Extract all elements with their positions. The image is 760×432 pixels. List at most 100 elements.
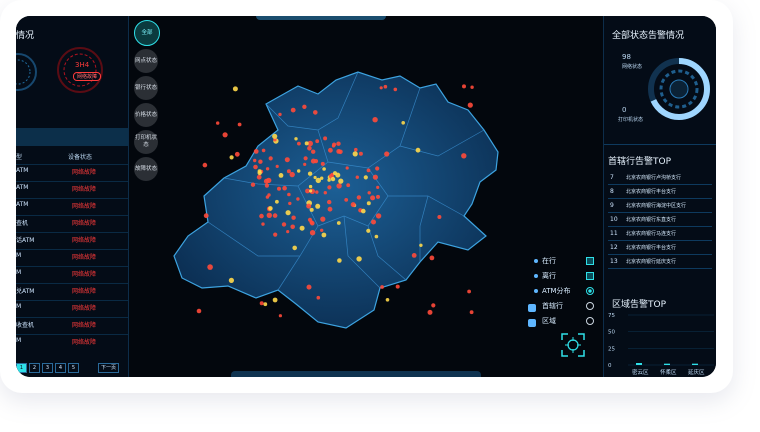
atm-dot xyxy=(355,175,359,179)
atm-dot xyxy=(338,178,344,184)
atm-dot xyxy=(429,255,435,261)
top-list-item[interactable]: 9 北京农商银行海淀中区支行 xyxy=(608,200,712,213)
x-tick-label: 密云区 xyxy=(632,368,649,376)
dashboard-screen: 情况 3H4 网络故障 型 设备状态 ATM 网络故障 ATM 网络故障 ATM 网络故障… xyxy=(16,16,716,377)
atm-dot xyxy=(196,308,202,314)
top-list-item[interactable]: 11 北京农商银行马连支行 xyxy=(608,228,712,241)
y-tick-label: 0 xyxy=(608,363,612,369)
legend-item[interactable]: 离行 xyxy=(526,271,598,286)
atm-dot xyxy=(336,183,342,189)
legend-item[interactable]: ATM分布 xyxy=(526,286,598,301)
column-header-status: 设备状态 xyxy=(68,154,93,161)
tab-status-3[interactable]: 价格状态 xyxy=(134,103,158,127)
tab-status-0[interactable]: 全部 xyxy=(134,20,160,46)
atm-dot xyxy=(203,213,209,219)
legend-item[interactable]: 在行 xyxy=(526,256,598,271)
device-type: 查机 xyxy=(16,220,29,227)
page-button-4[interactable]: 4 xyxy=(55,363,66,373)
bar xyxy=(636,363,642,365)
locate-icon[interactable] xyxy=(560,332,586,358)
legend-checkbox[interactable] xyxy=(586,257,594,265)
page-button-1[interactable]: 1 xyxy=(16,363,27,373)
atm-dot xyxy=(322,167,326,171)
atm-dot xyxy=(437,215,442,219)
legend-radio[interactable] xyxy=(586,287,594,295)
legend-item[interactable]: 区域 xyxy=(526,316,598,331)
legend-item[interactable]: 首辖行 xyxy=(526,301,598,316)
page-button-2[interactable]: 2 xyxy=(29,363,40,373)
atm-dot xyxy=(313,175,317,180)
atm-dot xyxy=(315,190,319,194)
atm-dot xyxy=(278,314,282,318)
tab-status-4[interactable]: 打印机状态 xyxy=(134,130,158,154)
atm-dot xyxy=(259,213,264,219)
atm-dot xyxy=(350,202,356,208)
table-row[interactable]: ATM 网络故障 xyxy=(16,181,128,196)
tab-status-5[interactable]: 故障状态 xyxy=(134,157,158,181)
right-panel: 全部状态告警情况 98 网络状态 0 打印机状态 首辖行告警TOP 7 北京农商银… xyxy=(603,16,716,377)
atm-dot xyxy=(259,301,264,306)
atm-dot xyxy=(374,234,379,239)
table-row[interactable]: 兑ATM 网络故障 xyxy=(16,283,128,298)
dot-icon xyxy=(534,274,538,278)
next-page-button[interactable]: 下一页 xyxy=(98,363,120,373)
legend-radio[interactable] xyxy=(586,317,594,325)
atm-dot xyxy=(303,162,307,166)
atm-dot xyxy=(266,212,272,218)
left-gauge-ring xyxy=(16,53,37,91)
top-list-item[interactable]: 7 北京农商银行卢沟桥支行 xyxy=(608,172,712,185)
tab-status-1[interactable]: 网点状态 xyxy=(134,49,158,73)
atm-dot xyxy=(370,195,376,201)
right-panel-title: 全部状态告警情况 xyxy=(612,31,685,41)
device-status: 网络故障 xyxy=(72,305,97,312)
atm-dot xyxy=(286,230,290,234)
table-row[interactable]: ATM 网络故障 xyxy=(16,198,128,213)
atm-dot xyxy=(275,199,279,204)
table-row[interactable]: M 网络故障 xyxy=(16,300,128,315)
atm-dot xyxy=(393,87,398,92)
device-status: 网络故障 xyxy=(72,237,97,244)
atm-dot xyxy=(315,203,321,209)
top-list-item[interactable]: 12 北京农商银行丰台支行 xyxy=(608,242,712,255)
y-tick-label: 50 xyxy=(608,330,615,336)
stat2-label: 打印机状态 xyxy=(618,117,644,123)
x-tick-label: 延庆区 xyxy=(688,368,705,376)
pager: 1 2 3 4 5 下一页 xyxy=(16,363,128,373)
page-button-3[interactable]: 3 xyxy=(42,363,53,373)
page-button-5[interactable]: 5 xyxy=(68,363,79,373)
table-row[interactable]: M 网络故障 xyxy=(16,249,128,264)
legend-checkbox[interactable] xyxy=(586,272,594,280)
atm-dot xyxy=(366,201,371,206)
tab-status-2[interactable]: 银行状态 xyxy=(134,76,158,100)
atm-dot xyxy=(331,144,336,148)
atm-dot xyxy=(216,121,220,125)
atm-dot xyxy=(296,197,300,201)
table-row[interactable]: M 网络故障 xyxy=(16,334,128,349)
table-row[interactable]: 话ATM 网络故障 xyxy=(16,232,128,247)
branch-name: 北京农商银行延庆支行 xyxy=(626,259,677,265)
bar xyxy=(664,363,670,365)
atm-dot xyxy=(315,139,320,144)
beijing-map[interactable] xyxy=(168,66,508,336)
top-list-item[interactable]: 8 北京农商银行丰台支行 xyxy=(608,186,712,199)
atm-dot xyxy=(253,158,257,163)
atm-dot xyxy=(202,162,208,168)
top-list-item[interactable]: 13 北京农商银行延庆支行 xyxy=(608,256,712,269)
legend-radio[interactable] xyxy=(586,302,594,310)
atm-dot xyxy=(294,137,298,141)
top-list-item[interactable]: 10 北京农商银行东直支行 xyxy=(608,214,712,227)
atm-dot xyxy=(363,175,368,180)
atm-dot xyxy=(310,158,316,164)
atm-dot xyxy=(234,151,240,157)
table-row[interactable]: M 网络故障 xyxy=(16,266,128,281)
atm-dot xyxy=(366,228,371,233)
atm-dot xyxy=(256,174,262,180)
table-row[interactable]: ATM 网络故障 xyxy=(16,164,128,179)
atm-dot xyxy=(323,191,327,195)
atm-dot xyxy=(427,309,433,315)
table-row[interactable]: 查机 网络故障 xyxy=(16,215,128,230)
table-row[interactable]: 收查机 网络故障 xyxy=(16,317,128,332)
atm-dot xyxy=(288,201,292,206)
atm-dot xyxy=(285,210,291,216)
atm-dot xyxy=(278,173,284,178)
